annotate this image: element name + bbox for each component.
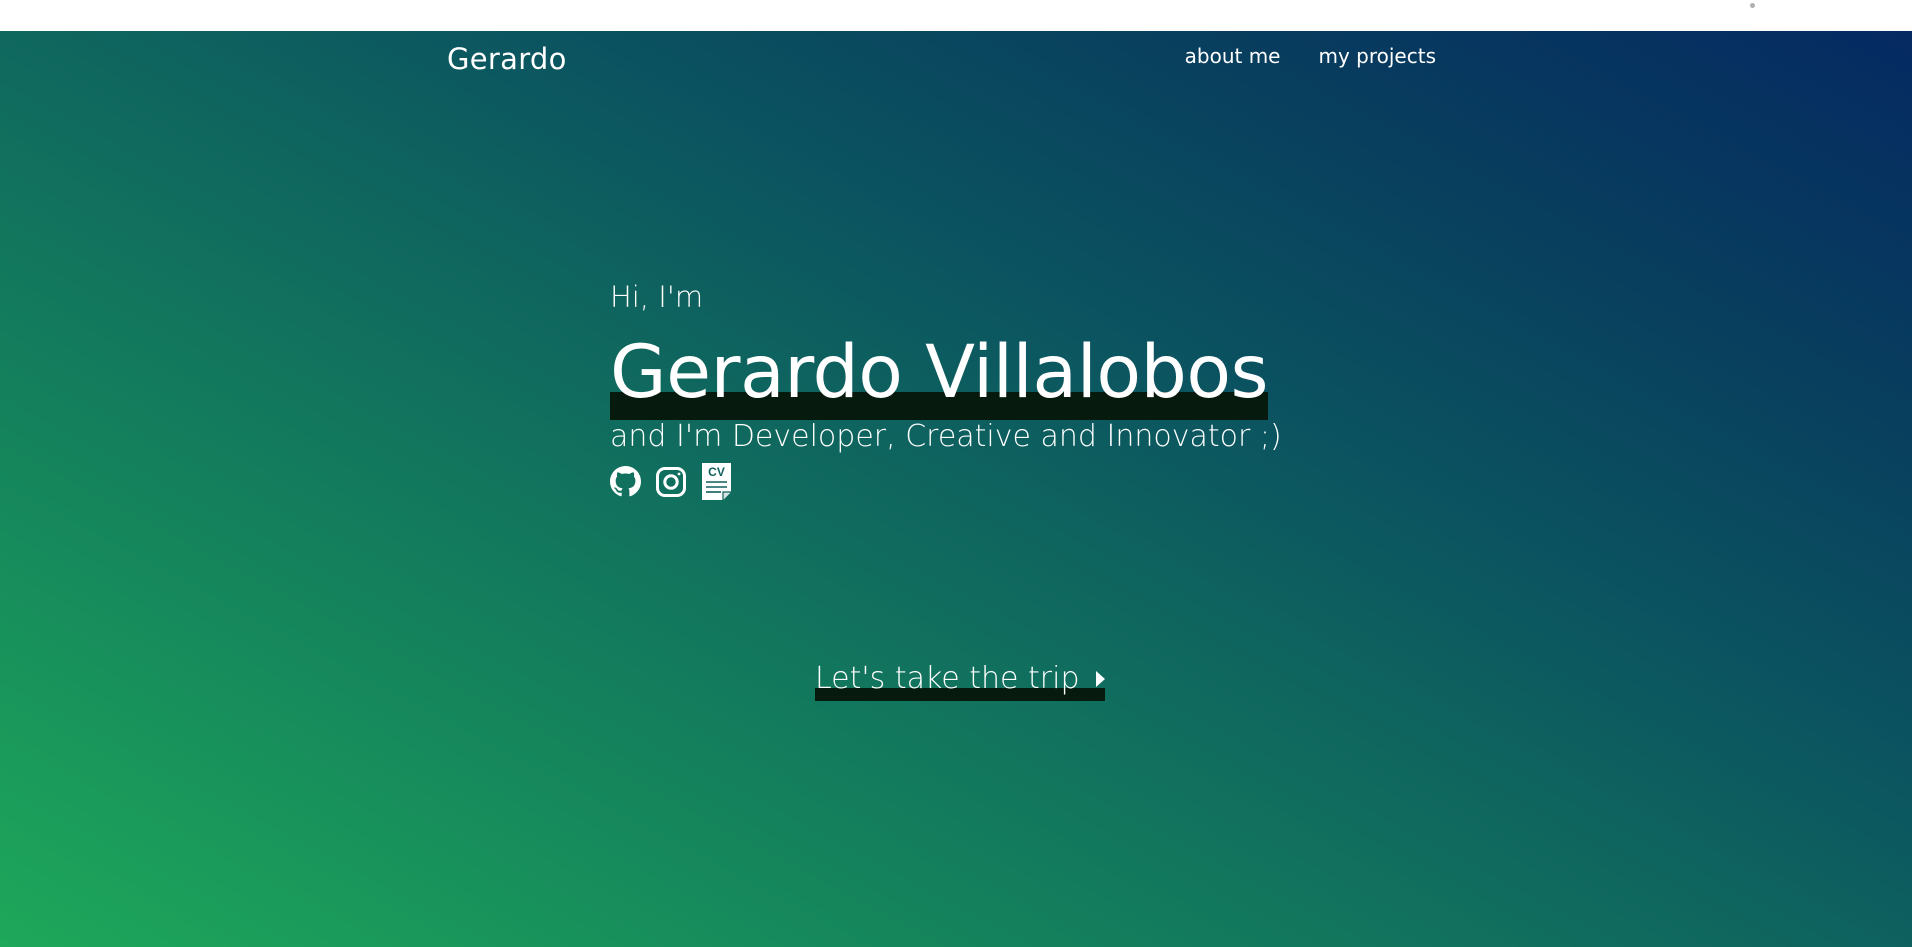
cta-content: Let's take the trip xyxy=(815,661,1106,696)
main-nav: about me my projects xyxy=(1185,44,1436,68)
take-the-trip-button[interactable]: Let's take the trip xyxy=(815,661,1106,701)
greeting-text: Hi, I'm xyxy=(610,280,704,314)
github-icon xyxy=(610,466,641,497)
cv-document-icon: CV xyxy=(702,463,731,500)
indicator-dot xyxy=(1750,3,1755,8)
browser-top-strip xyxy=(0,0,1912,31)
social-links: CV xyxy=(610,462,1282,501)
nav-about-me-link[interactable]: about me xyxy=(1185,44,1281,68)
name-heading: Gerardo Villalobos xyxy=(610,330,1269,415)
intro-block: Hi, I'm Gerardo Villalobos and I'm Devel… xyxy=(610,283,1282,501)
instagram-icon xyxy=(656,466,686,497)
tagline-text: and I'm Developer, Creative and Innovato… xyxy=(610,419,1282,454)
cv-icon-text: CV xyxy=(708,465,725,479)
name-heading-wrap: Gerardo Villalobos xyxy=(610,330,1269,420)
hero-section: Gerardo about me my projects Hi, I'm Ger… xyxy=(0,31,1912,947)
brand-logo-link[interactable]: Gerardo xyxy=(447,42,567,76)
github-link[interactable] xyxy=(610,466,641,497)
caret-right-icon xyxy=(1095,670,1105,687)
cv-link[interactable]: CV xyxy=(701,462,732,501)
nav-my-projects-link[interactable]: my projects xyxy=(1318,44,1436,68)
cta-label: Let's take the trip xyxy=(815,661,1080,696)
instagram-link[interactable] xyxy=(655,466,687,498)
